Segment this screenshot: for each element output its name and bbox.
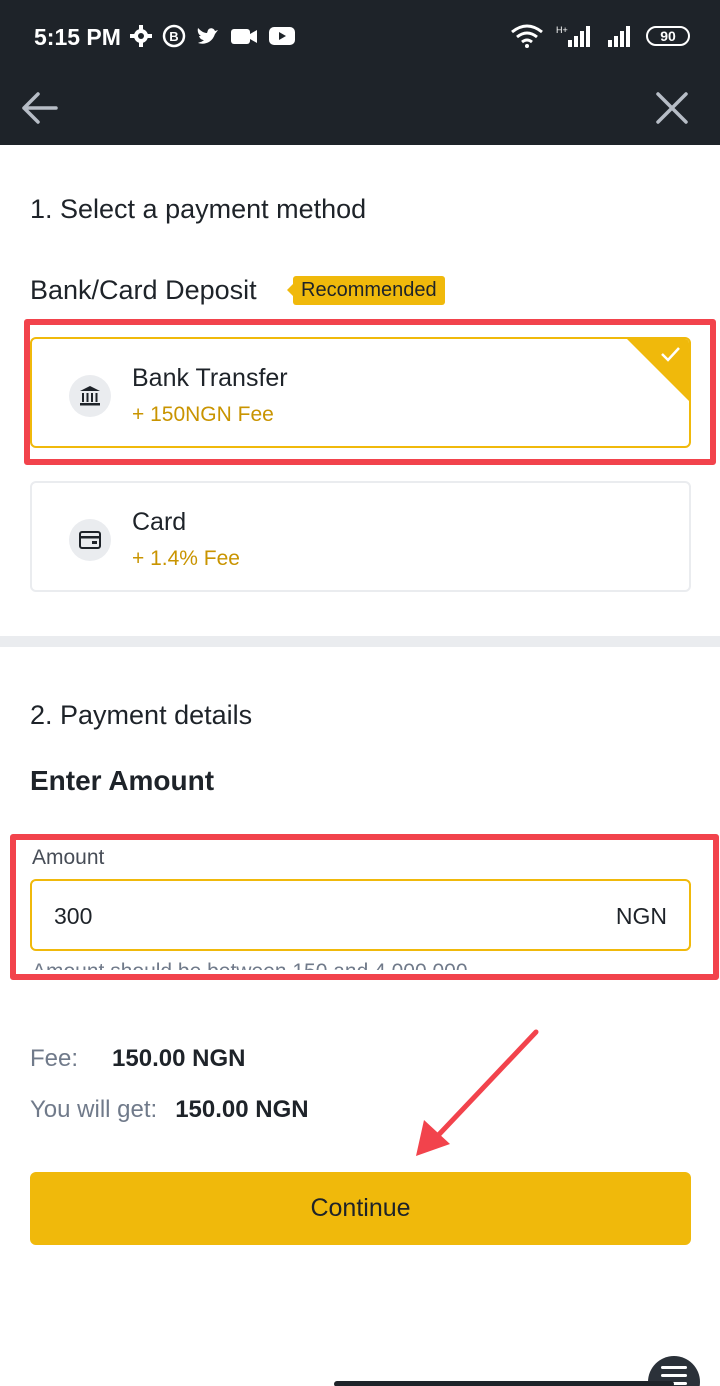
you-will-get-label: You will get: [30, 1096, 158, 1123]
subheading-enter-amount: Enter Amount [30, 765, 215, 796]
youtube-icon [269, 27, 295, 45]
section-title-payment-method: 1. Select a payment method [30, 194, 367, 224]
svg-text:H+: H+ [556, 25, 568, 35]
fee-row: Fee: 150.00 NGN [30, 1045, 245, 1073]
back-button[interactable] [20, 88, 60, 128]
annotation-arrow-icon [416, 1029, 539, 1156]
close-icon [656, 92, 688, 124]
payment-option-name: Card [132, 508, 187, 536]
status-icons-right: H+ 90 [510, 24, 690, 48]
twitter-icon [197, 28, 218, 44]
payment-option-fee: + 1.4% Fee [132, 547, 240, 570]
battery-indicator: 90 [646, 26, 690, 46]
subheading-bank-card-deposit: Bank/Card Deposit [30, 275, 257, 305]
you-will-get-value: 150.00 NGN [175, 1096, 309, 1123]
settings-icon [130, 25, 152, 47]
close-button[interactable] [652, 88, 692, 128]
status-bar: 5:15 PM B H+ 90 [0, 0, 720, 74]
annotation-highlight-box [24, 319, 716, 465]
payment-option-card[interactable]: Card + 1.4% Fee [30, 481, 691, 592]
you-will-get-row: You will get: 150.00 NGN [30, 1096, 309, 1124]
signal-icon [608, 26, 630, 47]
top-bar [0, 74, 720, 145]
status-icons-left: B [130, 24, 296, 48]
section-title-payment-details: 2. Payment details [30, 700, 253, 730]
recommended-badge: Recommended [287, 276, 445, 305]
annotation-highlight-box [10, 834, 719, 980]
section-divider [0, 636, 720, 647]
status-time: 5:15 PM [34, 24, 121, 50]
wifi-icon [511, 24, 543, 48]
home-indicator [334, 1381, 674, 1386]
video-call-icon [231, 29, 257, 44]
svg-text:B: B [169, 29, 178, 44]
signal-h-plus-icon: H+ [556, 25, 590, 47]
arrow-left-icon [22, 92, 58, 124]
wallet-icon [69, 519, 111, 561]
fee-label: Fee: [30, 1045, 79, 1072]
continue-button[interactable]: Continue [30, 1172, 691, 1245]
fee-value: 150.00 NGN [112, 1045, 246, 1072]
b-circle-icon: B [162, 24, 186, 48]
